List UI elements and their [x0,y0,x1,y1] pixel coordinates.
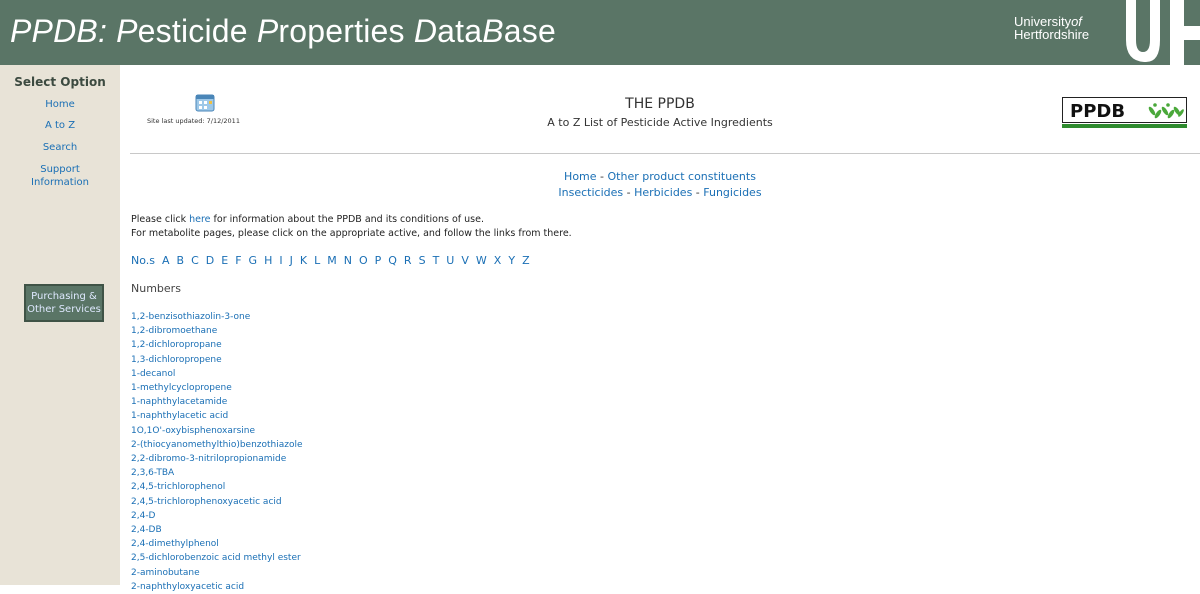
title-part: ata [437,13,483,49]
alphabet-link[interactable]: Q [388,254,397,267]
sidebar-item-search[interactable]: Search [0,141,120,154]
ingredient-link[interactable]: 2,4,5-trichlorophenoxyacetic acid [131,495,303,509]
support-line1: Support [40,164,80,175]
nav-line-2: Insecticides - Herbicides - Fungicides [460,186,860,199]
ingredient-link[interactable]: 2,4,5-trichlorophenol [131,480,303,494]
calendar-icon [195,94,215,112]
intro-line-1: Please click here for information about … [131,214,484,225]
nav-separator: - [692,186,704,199]
intro-text: for information about the PPDB and its c… [210,214,484,225]
nav-separator: - [623,186,635,199]
alphabet-link[interactable]: Z [522,254,530,267]
section-heading: Numbers [131,282,181,295]
sidebar-title: Select Option [14,75,106,89]
ingredient-link[interactable]: 2,5-dichlorobenzoic acid methyl ester [131,551,303,565]
intro-line-2: For metabolite pages, please click on th… [131,228,572,239]
divider [130,153,1200,154]
title-part: D [413,13,438,49]
ingredient-link[interactable]: 1,2-benzisothiazolin-3-one [131,310,303,324]
ingredient-link[interactable]: 1,2-dibromoethane [131,324,303,338]
alphabet-link[interactable]: M [327,254,337,267]
alphabet-link[interactable]: T [433,254,440,267]
site-updated-text: Site last updated: 7/12/2011 [147,117,240,125]
alphabet-link[interactable]: O [359,254,368,267]
alphabet-link[interactable]: Y [508,254,515,267]
sidebar-item-support-information[interactable]: Support Information [0,163,120,189]
ppdb-logo-text: PPDB [1070,101,1125,122]
page-subtitle: A to Z List of Pesticide Active Ingredie… [547,116,773,129]
sidebar-item-a-to-z[interactable]: A to Z [0,119,120,132]
alphabet-link[interactable]: F [235,254,241,267]
nav-line-1: Home - Other product constituents [460,170,860,183]
title-part: PPDB: [10,13,117,49]
title-part: P [116,13,138,49]
alphabet-link[interactable]: I [279,254,282,267]
title-part: roperties [278,13,414,49]
nav-herbicides-link[interactable]: Herbicides [634,186,692,199]
ingredient-link[interactable]: 2,4-DB [131,523,303,537]
ingredient-link[interactable]: 1,3-dichloropropene [131,353,303,367]
header-banner: PPDB: Pesticide Properties DataBase Univ… [0,0,1200,65]
ingredient-link[interactable]: 2,3,6-TBA [131,466,303,480]
alphabet-link[interactable]: No.s [131,254,155,267]
site-title: PPDB: Pesticide Properties DataBase [10,13,556,50]
alphabet-index: No.s A B C D E F G H I J K L M N O P Q R S T U V W X Y Z [131,254,537,267]
sidebar: Select Option Home A to Z Search Support… [0,65,120,585]
alphabet-link[interactable]: J [290,254,293,267]
nav-home-link[interactable]: Home [564,170,596,183]
ingredient-link[interactable]: 2-naphthyloxyacetic acid [131,580,303,594]
ingredient-link[interactable]: 1-decanol [131,367,303,381]
alphabet-link[interactable]: S [419,254,426,267]
purchasing-button[interactable]: Purchasing & Other Services [24,284,104,322]
ingredient-link[interactable]: 2-aminobutane [131,566,303,580]
alphabet-link[interactable]: L [314,254,320,267]
alphabet-link[interactable]: V [461,254,469,267]
purchasing-line1: Purchasing & [31,291,97,302]
alphabet-link[interactable]: U [446,254,454,267]
university-line2: Hertfordshire [1014,27,1090,42]
title-part: ase [503,13,556,49]
purchasing-line2: Other Services [27,304,101,315]
alphabet-link[interactable]: K [300,254,307,267]
alphabet-link[interactable]: A [162,254,170,267]
ingredient-link[interactable]: 1-naphthylacetamide [131,395,303,409]
ingredient-link[interactable]: 1,2-dichloropropane [131,338,303,352]
alphabet-link[interactable]: W [476,254,487,267]
alphabet-link[interactable]: D [206,254,214,267]
alphabet-link[interactable]: B [177,254,185,267]
alphabet-link[interactable]: X [494,254,502,267]
ingredient-list: 1,2-benzisothiazolin-3-one 1,2-dibromoeth… [131,310,303,594]
ingredient-link[interactable]: 2-(thiocyanomethylthio)benzothiazole [131,438,303,452]
ingredient-link[interactable]: 1-naphthylacetic acid [131,409,303,423]
alphabet-link[interactable]: E [221,254,228,267]
nav-other-constituents-link[interactable]: Other product constituents [608,170,756,183]
ingredient-link[interactable]: 2,4-D [131,509,303,523]
title-part: B [482,13,504,49]
alphabet-link[interactable]: R [404,254,412,267]
title-part: esticide [137,13,257,49]
nav-insecticides-link[interactable]: Insecticides [558,186,623,199]
alphabet-link[interactable]: H [264,254,272,267]
ingredient-link[interactable]: 2,2-dibromo-3-nitrilopropionamide [131,452,303,466]
ppdb-logo: PPDB [1062,97,1187,128]
page-title: THE PPDB [625,96,695,112]
university-logo-icon [1112,0,1200,65]
intro-text: Please click [131,214,190,225]
alphabet-link[interactable]: N [344,254,352,267]
ingredient-link[interactable]: 1O,1O'-oxybisphenoxarsine [131,424,303,438]
ingredient-link[interactable]: 1-methylcyclopropene [131,381,303,395]
nav-separator: - [596,170,608,183]
support-line2: Information [31,177,89,188]
sidebar-item-home[interactable]: Home [0,98,120,111]
university-name: Universityof Hertfordshire [1014,15,1089,41]
alphabet-link[interactable]: C [191,254,199,267]
alphabet-link[interactable]: G [249,254,258,267]
nav-fungicides-link[interactable]: Fungicides [703,186,761,199]
ingredient-link[interactable]: 2,4-dimethylphenol [131,537,303,551]
here-link[interactable]: here [189,214,210,225]
alphabet-link[interactable]: P [375,254,382,267]
title-part: P [256,13,279,49]
